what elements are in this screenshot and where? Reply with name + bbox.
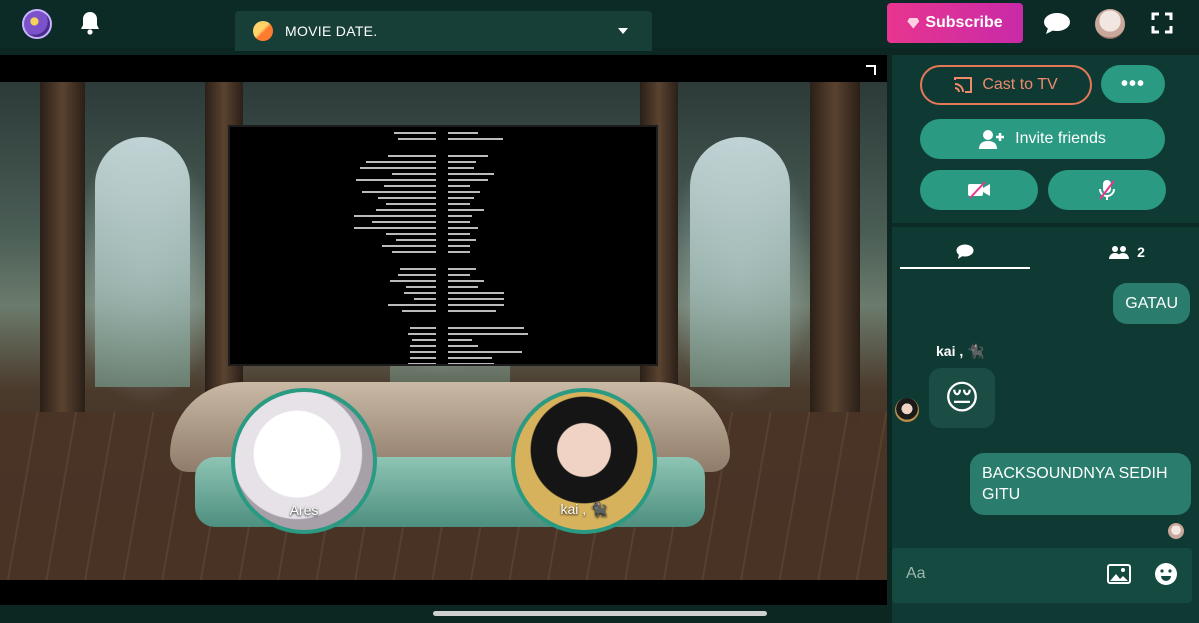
chevron-down-icon bbox=[618, 28, 628, 34]
participant-count: 2 bbox=[1137, 244, 1145, 260]
participant-name: Ares bbox=[289, 502, 319, 518]
chat-icon bbox=[956, 244, 974, 259]
video-stage: Ares kai , 🐈‍⬛ bbox=[0, 55, 887, 605]
participant-name: kai , 🐈‍⬛ bbox=[560, 501, 608, 517]
invite-friends-button[interactable]: Invite friends bbox=[920, 119, 1165, 159]
fullscreen-icon[interactable] bbox=[1151, 12, 1173, 34]
subscribe-label: Subscribe bbox=[925, 14, 1003, 31]
gem-icon bbox=[907, 17, 920, 29]
mic-off-icon bbox=[1099, 180, 1115, 200]
people-icon bbox=[1109, 246, 1130, 259]
participant-camera[interactable]: kai , 🐈‍⬛ bbox=[511, 388, 657, 534]
room-title: MOVIE DATE. bbox=[285, 23, 378, 39]
chat-message: GATAU bbox=[1113, 283, 1190, 324]
camera-off-icon bbox=[968, 181, 990, 199]
message-input[interactable]: Aa bbox=[906, 565, 1086, 583]
user-avatar[interactable] bbox=[1095, 9, 1125, 39]
shared-screen-video[interactable] bbox=[228, 125, 658, 366]
divider bbox=[892, 223, 1199, 227]
tree-trunk bbox=[40, 82, 85, 422]
tab-chat[interactable] bbox=[900, 235, 1030, 269]
cast-icon bbox=[954, 77, 973, 93]
add-user-icon bbox=[979, 130, 1005, 149]
app-logo-icon[interactable] bbox=[22, 9, 52, 39]
bell-icon[interactable] bbox=[78, 10, 102, 36]
room-selector[interactable]: MOVIE DATE. bbox=[235, 11, 652, 51]
chat-message: 😔 bbox=[929, 368, 995, 428]
side-panel: Cast to TV ••• Invite friends 2 GATAU ka… bbox=[892, 55, 1199, 623]
window-arch bbox=[95, 137, 190, 387]
cast-to-tv-button[interactable]: Cast to TV bbox=[920, 65, 1092, 105]
chat-bubble-icon[interactable] bbox=[1043, 12, 1071, 34]
camera-toggle-button[interactable] bbox=[920, 170, 1038, 210]
subscribe-button[interactable]: Subscribe bbox=[887, 3, 1023, 43]
message-sender: kai , 🐈‍⬛ bbox=[936, 343, 985, 359]
tab-participants[interactable]: 2 bbox=[1062, 235, 1192, 269]
sender-avatar[interactable] bbox=[895, 398, 919, 422]
message-composer: Aa bbox=[892, 548, 1192, 603]
invite-label: Invite friends bbox=[1015, 130, 1106, 147]
emoji-icon[interactable] bbox=[1154, 562, 1178, 586]
expand-icon[interactable] bbox=[866, 65, 876, 75]
room-avatar-icon bbox=[253, 21, 273, 41]
pensive-emoji: 😔 bbox=[944, 379, 980, 417]
chat-message: BACKSOUNDNYA SEDIH GITU bbox=[970, 453, 1191, 515]
room-background bbox=[0, 82, 887, 580]
cast-label: Cast to TV bbox=[982, 76, 1058, 93]
more-options-button[interactable]: ••• bbox=[1101, 65, 1165, 103]
tree-trunk bbox=[810, 82, 860, 422]
home-indicator[interactable] bbox=[433, 611, 767, 616]
top-bar: MOVIE DATE. Subscribe bbox=[0, 0, 1199, 51]
more-icon: ••• bbox=[1120, 72, 1145, 95]
window-arch bbox=[690, 137, 790, 387]
mic-toggle-button[interactable] bbox=[1048, 170, 1166, 210]
seen-avatar bbox=[1168, 523, 1184, 539]
image-icon[interactable] bbox=[1107, 562, 1131, 586]
participant-camera[interactable]: Ares bbox=[231, 388, 377, 534]
